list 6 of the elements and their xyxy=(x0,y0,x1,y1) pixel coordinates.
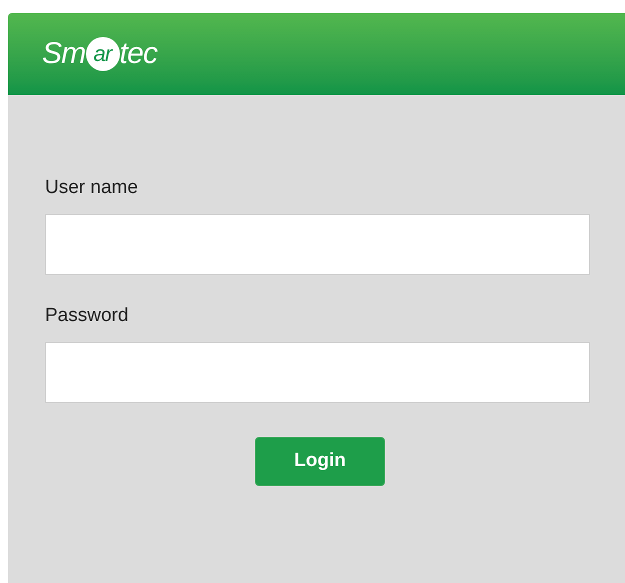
field-label: Password xyxy=(45,305,130,327)
login-button[interactable]: Login xyxy=(255,437,385,486)
field-label: User name xyxy=(45,177,139,199)
input-field[interactable] xyxy=(45,214,590,275)
input-field[interactable] xyxy=(45,342,590,403)
logo: Sm ar tec xyxy=(42,37,158,71)
